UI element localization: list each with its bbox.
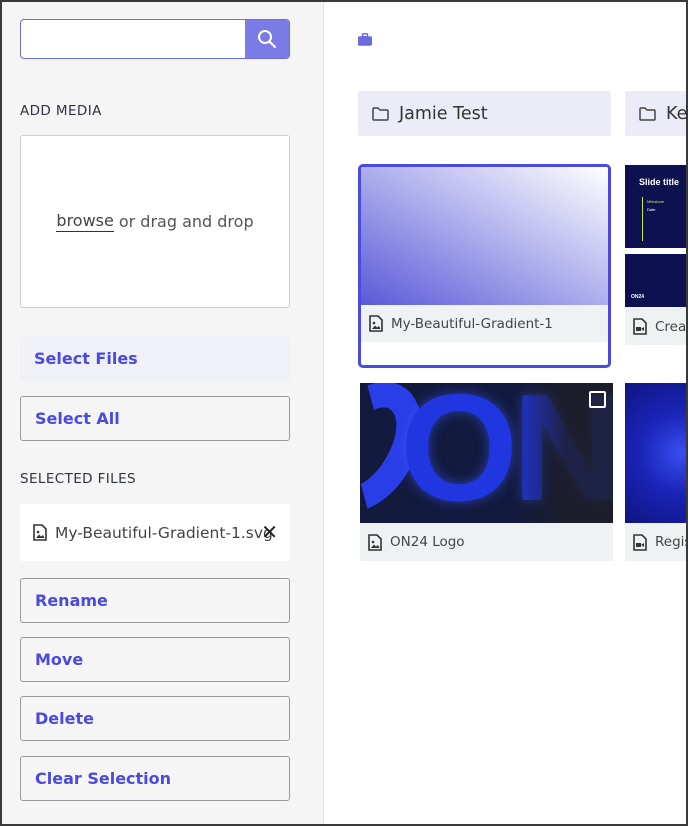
drag-drop-text: or drag and drop (118, 212, 254, 231)
search-icon (258, 30, 277, 49)
selected-file-item: My-Beautiful-Gradient-1.svg ✕ (20, 504, 290, 561)
card-title: Creat (655, 318, 686, 335)
selected-file-name: My-Beautiful-Gradient-1.svg (55, 523, 273, 542)
image-file-icon (33, 524, 47, 541)
folder-label: Ke (666, 103, 686, 124)
slide-separator (625, 248, 686, 254)
delete-label: Delete (35, 709, 94, 728)
media-card[interactable]: Slide title Milestone Date ON24 Creat (625, 165, 686, 345)
delete-button[interactable]: Delete (20, 696, 290, 741)
media-card[interactable]: Regis (625, 383, 686, 561)
slide-milestone-text: Milestone (647, 199, 665, 204)
image-file-icon (368, 533, 382, 551)
video-file-icon (633, 533, 647, 551)
media-card-selected[interactable]: My-Beautiful-Gradient-1 (358, 164, 611, 368)
selected-files-heading: SELECTED FILES (20, 471, 137, 487)
select-checkbox[interactable] (589, 391, 606, 408)
video-thumbnail (625, 383, 686, 523)
card-caption: ON24 Logo (360, 523, 613, 561)
search-box (20, 19, 290, 59)
rename-button[interactable]: Rename (20, 578, 290, 623)
folder-item[interactable]: Ke (625, 91, 686, 136)
select-files-label: Select Files (34, 349, 138, 368)
search-button[interactable] (245, 20, 289, 58)
app-window: ADD MEDIA browse or drag and drop Select… (2, 2, 686, 824)
card-title: My-Beautiful-Gradient-1 (391, 315, 553, 332)
slide-divider (642, 197, 643, 241)
card-caption: My-Beautiful-Gradient-1 (361, 305, 608, 342)
move-button[interactable]: Move (20, 637, 290, 682)
slide-brand-text: ON24 (631, 294, 645, 300)
briefcase-icon[interactable] (358, 33, 372, 46)
video-file-icon (633, 318, 647, 335)
sidebar: ADD MEDIA browse or drag and drop Select… (2, 2, 324, 824)
media-card[interactable]: ON24 ON24 Logo (360, 383, 613, 561)
media-library: Jamie Test Ke My-Beautiful-Gradient-1 Sl… (325, 2, 686, 824)
logo-thumbnail: ON24 (360, 383, 613, 523)
search-input[interactable] (21, 20, 246, 58)
move-label: Move (35, 650, 84, 669)
card-caption: Creat (625, 308, 686, 345)
card-caption: Regis (625, 523, 686, 561)
upload-dropzone[interactable]: browse or drag and drop (20, 135, 290, 308)
card-title: ON24 Logo (390, 534, 465, 550)
browse-link[interactable]: browse (56, 211, 114, 232)
card-title: Regis (655, 534, 686, 550)
rename-label: Rename (35, 591, 108, 610)
add-media-heading: ADD MEDIA (20, 103, 102, 119)
select-all-button[interactable]: Select All (20, 396, 290, 441)
clear-selection-button[interactable]: Clear Selection (20, 756, 290, 801)
folder-item[interactable]: Jamie Test (358, 91, 611, 136)
image-file-icon (369, 315, 383, 332)
folder-label: Jamie Test (399, 103, 488, 124)
slide-title-text: Slide title (639, 177, 680, 187)
folder-icon (639, 106, 656, 121)
gradient-thumbnail (361, 167, 608, 305)
slide-date-text: Date (647, 207, 656, 212)
select-all-label: Select All (35, 409, 120, 428)
select-files-button[interactable]: Select Files (20, 336, 290, 381)
folder-icon (372, 106, 389, 121)
slide-thumbnail: Slide title Milestone Date ON24 (625, 165, 686, 307)
close-icon[interactable]: ✕ (261, 522, 278, 542)
clear-selection-label: Clear Selection (35, 769, 172, 788)
